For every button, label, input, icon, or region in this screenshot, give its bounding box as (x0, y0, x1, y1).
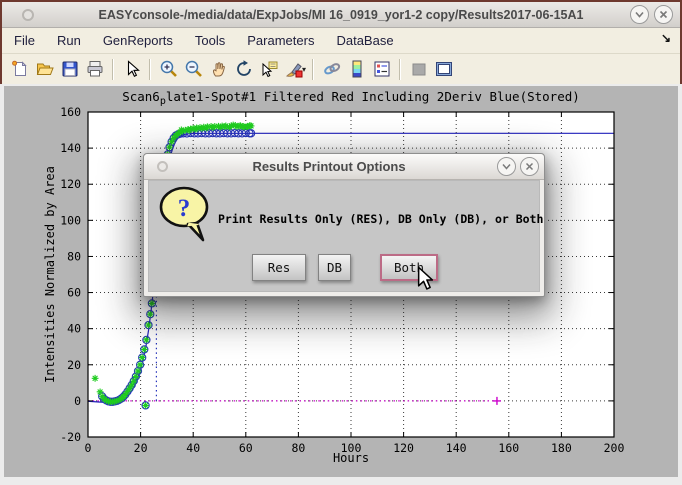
mouse-cursor-icon (417, 266, 434, 292)
dialog-message: Print Results Only (RES), DB Only (DB), … (218, 212, 543, 226)
toolbar-separator (399, 59, 401, 80)
toolbar-separator (112, 59, 114, 80)
window-chrome: EASYconsole-/media/data/ExpJobs/MI 16_09… (0, 0, 682, 85)
link-plots-icon[interactable] (319, 57, 344, 82)
close-button[interactable] (654, 5, 673, 24)
question-bubble-icon: ? (158, 185, 212, 247)
menu-overflow-arrow-icon[interactable]: ↘ (661, 31, 671, 45)
dialog-menu-icon[interactable] (157, 161, 168, 172)
toolbar-separator (149, 59, 151, 80)
rotate-3d-icon[interactable] (231, 57, 256, 82)
dialog-title: Results Printout Options (184, 159, 474, 174)
new-document-icon[interactable] (7, 57, 32, 82)
menu-file[interactable]: File (2, 33, 46, 48)
dialog-titlebar[interactable]: Results Printout Options (144, 154, 544, 180)
svg-text:?: ? (178, 195, 191, 222)
results-printout-dialog: Results Printout Options ? (143, 153, 545, 297)
toolbar: ▾ (2, 54, 680, 84)
window-title: EASYconsole-/media/data/ExpJobs/MI 16_09… (62, 8, 620, 22)
dialog-content: ? Print Results Only (RES), DB Only (DB)… (148, 180, 540, 292)
menubar: File Run GenReports Tools Parameters Dat… (2, 28, 680, 54)
toolbar-separator (312, 59, 314, 80)
menu-run[interactable]: Run (46, 33, 92, 48)
save-icon[interactable] (57, 57, 82, 82)
close-icon (657, 8, 670, 21)
res-button[interactable]: Res (252, 254, 306, 281)
close-icon (523, 160, 536, 173)
easyconsole-window: EASYconsole-/media/data/ExpJobs/MI 16_09… (0, 0, 682, 485)
shade-button[interactable] (630, 5, 649, 24)
dock-figure-icon[interactable] (431, 57, 456, 82)
open-folder-icon[interactable] (32, 57, 57, 82)
menu-database[interactable]: DataBase (325, 33, 404, 48)
pan-hand-icon[interactable] (206, 57, 231, 82)
db-button[interactable]: DB (318, 254, 351, 281)
data-cursor-icon[interactable] (256, 57, 281, 82)
brush-dropdown-icon[interactable]: ▾ (302, 65, 306, 74)
chevron-down-icon (500, 160, 513, 173)
zoom-in-icon[interactable] (156, 57, 181, 82)
plot-tools-disabled-icon (406, 57, 431, 82)
menu-tools[interactable]: Tools (184, 33, 236, 48)
menu-parameters[interactable]: Parameters (236, 33, 325, 48)
dialog-close-button[interactable] (520, 157, 539, 176)
print-icon[interactable] (82, 57, 107, 82)
window-menu-icon[interactable] (22, 9, 34, 21)
zoom-out-icon[interactable] (181, 57, 206, 82)
window-titlebar[interactable]: EASYconsole-/media/data/ExpJobs/MI 16_09… (2, 2, 680, 28)
dialog-shade-button[interactable] (497, 157, 516, 176)
chevron-down-icon (633, 8, 646, 21)
edit-plot-arrow-icon[interactable] (119, 57, 144, 82)
insert-colorbar-icon[interactable] (344, 57, 369, 82)
menu-genreports[interactable]: GenReports (92, 33, 184, 48)
insert-legend-icon[interactable] (369, 57, 394, 82)
